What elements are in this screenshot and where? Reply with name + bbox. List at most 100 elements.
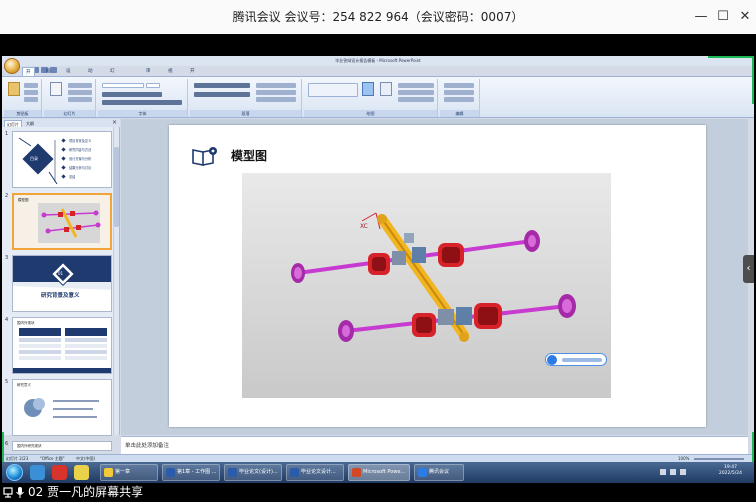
close-icon[interactable]: × (112, 119, 117, 127)
explorer-icon[interactable] (30, 465, 45, 480)
taskbar-item[interactable]: 第一章 (100, 464, 158, 481)
tab-animation[interactable]: 动画 (88, 67, 93, 83)
smartart-button[interactable] (256, 97, 296, 102)
network-icon[interactable] (660, 469, 666, 475)
taskbar-item[interactable]: 毕业论文设计... (286, 464, 344, 481)
side-panel-toggle[interactable]: ‹ (743, 255, 754, 283)
slide-thumbnail[interactable]: 01 研究背景及意义 (12, 255, 112, 312)
shapes-gallery[interactable] (308, 83, 358, 97)
thumbnail-scrollbar[interactable] (113, 127, 119, 435)
notes-pane[interactable]: 单击此处添加备注 (121, 436, 748, 454)
text-direction-button[interactable] (256, 83, 296, 88)
axis-label: XC (360, 223, 368, 230)
thumb-toc-item: 项目背景及意义 (69, 139, 92, 143)
tab-design[interactable]: 设计 (66, 67, 71, 83)
slide-thumbnail[interactable]: 研究意义 (12, 379, 112, 436)
tab-outline[interactable]: 大纲 (24, 120, 36, 127)
maximize-button[interactable]: ☐ (712, 0, 734, 34)
paste-icon[interactable] (8, 82, 20, 96)
view-tools-icon[interactable] (562, 358, 602, 362)
tab-slides[interactable]: 幻灯片 (4, 120, 22, 127)
copy-icon[interactable] (24, 90, 38, 95)
taskbar-item-meeting[interactable]: 腾讯会议 (414, 464, 464, 481)
arrange-icon[interactable] (362, 82, 374, 96)
ppt-statusbar: 幻灯片 2/23 "Office 主题" 中文(中国) 100% (2, 454, 754, 462)
font-style-buttons[interactable] (102, 92, 162, 97)
font-effect-buttons[interactable] (102, 100, 182, 105)
current-slide[interactable]: 模型图 XC (169, 125, 706, 427)
layout-button[interactable] (68, 83, 92, 88)
book-icon (192, 147, 217, 166)
quick-styles-icon[interactable] (380, 82, 392, 96)
close-button[interactable]: ✕ (734, 0, 756, 34)
thumb-number: 2 (5, 193, 9, 199)
thumb-label: 研究意义 (17, 383, 31, 387)
share-border (752, 432, 754, 462)
align-text-button[interactable] (256, 90, 296, 95)
zoom-slider[interactable] (694, 458, 744, 460)
font-size-select[interactable] (146, 83, 160, 88)
taskbar-item-powerpoint[interactable]: Microsoft Powe... (348, 464, 410, 481)
view-toolbar[interactable] (545, 353, 607, 366)
clock[interactable]: 19:47 2022/5/24 (719, 465, 742, 477)
list-buttons[interactable] (194, 83, 250, 88)
tab-developer[interactable]: 开发工具 (190, 67, 195, 101)
delete-button[interactable] (68, 97, 92, 102)
quick-access-toolbar (23, 58, 93, 73)
slide-thumbnail-selected[interactable]: 模型图 (12, 193, 112, 250)
slide-info: 幻灯片 2/23 (6, 456, 29, 461)
tab-view[interactable]: 视图 (168, 67, 173, 83)
input-method-icon[interactable] (680, 469, 686, 475)
scrollbar-thumb[interactable] (114, 147, 119, 227)
pane-tabs: 幻灯片 大纲 × (2, 119, 120, 127)
taskbar-item[interactable]: 毕业论文(设计)... (224, 464, 282, 481)
thumb-toc-item: 结果分析与讨论 (69, 166, 92, 170)
cut-icon[interactable] (24, 83, 38, 88)
taskbar-item[interactable]: 第1章 - 工作图 ... (162, 464, 220, 481)
new-slide-icon[interactable] (50, 82, 62, 96)
slide-thumbnail[interactable]: 国内外现状 (12, 317, 112, 374)
customize-icon[interactable] (50, 67, 57, 73)
tab-home[interactable]: 开始 (22, 67, 35, 84)
folder-icon[interactable] (74, 465, 89, 480)
thumb-toc-item: 设计方案与分析 (69, 157, 92, 161)
model-image[interactable]: XC (242, 173, 611, 398)
tab-insert[interactable]: 插入 (46, 67, 51, 83)
screen-share-icon (3, 487, 13, 498)
search-icon[interactable] (547, 355, 557, 365)
minimize-button[interactable]: — (690, 0, 712, 34)
select-button[interactable] (444, 97, 474, 102)
zoom-level: 100% (678, 456, 690, 461)
thumb-section-graphic (13, 256, 111, 290)
black-band (0, 34, 756, 56)
group-label: 编辑 (440, 110, 479, 117)
shape-fill-button[interactable] (398, 83, 434, 88)
start-button-icon[interactable] (6, 464, 23, 481)
slide-thumbnail[interactable]: 国内外研究现状 (12, 441, 112, 451)
align-buttons[interactable] (194, 92, 250, 97)
notes-placeholder: 单击此处添加备注 (125, 443, 170, 449)
slide-thumbnail[interactable]: 目录 项目背景及意义 研究内容与方法 设计方案与分析 结果分析与讨论 总结 (12, 131, 112, 188)
tab-slideshow[interactable]: 幻灯片放映 (110, 67, 115, 110)
windows-taskbar: 第一章 第1章 - 工作图 ... 毕业论文(设计)... 毕业论文设计... … (2, 462, 754, 483)
group-label: 段落 (190, 110, 301, 117)
shape-outline-button[interactable] (398, 90, 434, 95)
group-font: 字体 (98, 79, 188, 117)
shape-effects-button[interactable] (398, 97, 434, 102)
font-name-select[interactable] (102, 83, 144, 88)
thumb-model-graphic (38, 203, 101, 243)
format-painter-icon[interactable] (24, 97, 38, 102)
volume-icon[interactable] (670, 469, 676, 475)
office-button-icon[interactable] (4, 58, 20, 74)
tab-review[interactable]: 审阅 (146, 67, 151, 83)
microphone-icon (16, 487, 24, 498)
theme-name: "Office 主题" (40, 456, 65, 461)
group-label: 绘图 (304, 110, 437, 117)
media-icon[interactable] (52, 465, 67, 480)
find-button[interactable] (444, 83, 474, 88)
reset-button[interactable] (68, 90, 92, 95)
share-border (752, 56, 754, 104)
thumb-number: 3 (5, 255, 9, 261)
replace-button[interactable] (444, 90, 474, 95)
slide-canvas: 模型图 XC (121, 119, 748, 435)
